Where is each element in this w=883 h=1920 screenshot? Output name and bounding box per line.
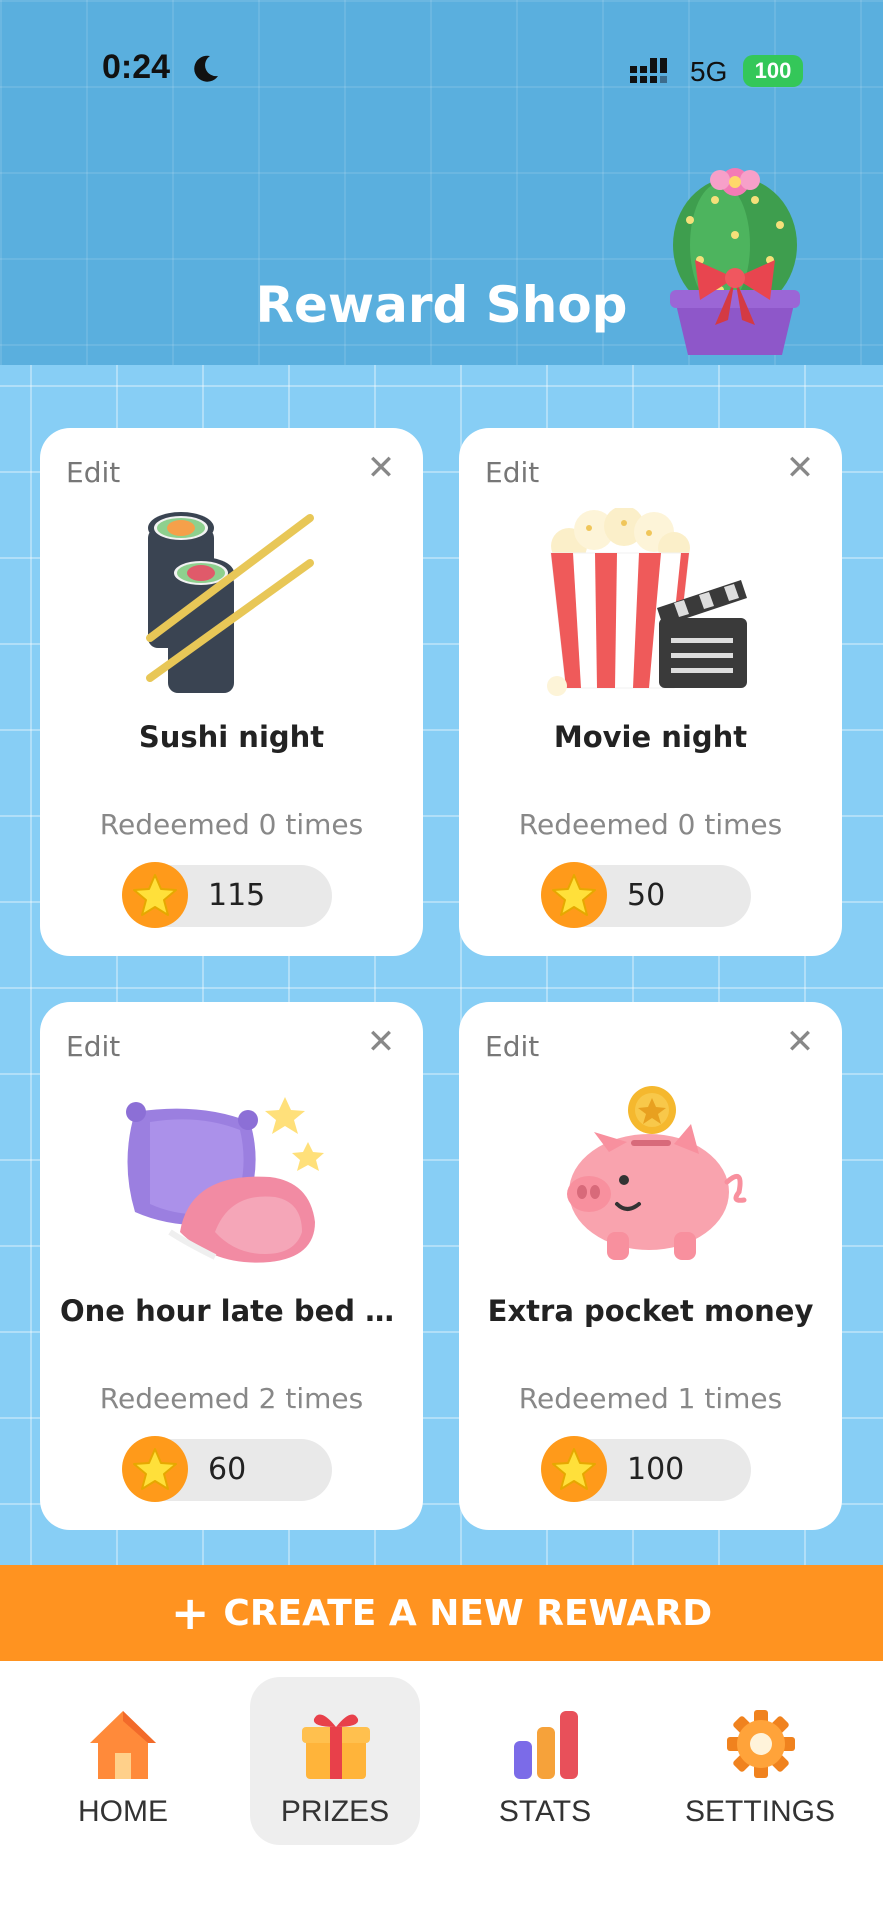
edit-button[interactable]: Edit xyxy=(66,1030,120,1063)
cost-pill[interactable]: 60 xyxy=(122,1436,332,1502)
bottom-nav: HOME PRIZES STATS SETTINGS xyxy=(0,1661,883,1920)
nav-item-home[interactable]: HOME xyxy=(38,1677,208,1845)
nav-item-settings[interactable]: SETTINGS xyxy=(675,1677,845,1845)
nav-label-settings: SETTINGS xyxy=(684,1795,835,1828)
reward-card-bedtime[interactable]: Edit ✕ One hour late bed ti... Redeemed … xyxy=(40,1002,423,1530)
rewards-grid: Edit ✕ Sushi night Redeemed 0 times 115 … xyxy=(0,365,883,1565)
nav-label-prizes: PRIZES xyxy=(280,1795,390,1828)
coin-icon xyxy=(122,1436,188,1502)
edit-button[interactable]: Edit xyxy=(485,456,539,489)
bar-chart-icon xyxy=(514,1711,578,1779)
sushi-icon xyxy=(146,512,314,693)
status-time: 0:24 xyxy=(102,48,171,86)
coin-icon xyxy=(122,862,188,928)
nav-item-stats[interactable]: STATS xyxy=(460,1677,630,1845)
gear-icon xyxy=(727,1710,795,1778)
cost-value: 60 xyxy=(208,1452,247,1487)
nav-item-prizes[interactable]: PRIZES xyxy=(250,1677,420,1845)
nav-label-home: HOME xyxy=(78,1795,168,1828)
cost-pill[interactable]: 50 xyxy=(541,862,751,928)
reward-name: Movie night xyxy=(553,720,748,754)
piggy-bank-icon xyxy=(567,1086,747,1260)
gift-icon xyxy=(302,1714,370,1779)
redeemed-count: Redeemed 0 times xyxy=(518,808,783,841)
pillow-icon xyxy=(126,1097,324,1263)
moon-icon xyxy=(194,55,218,82)
reward-card-sushi[interactable]: Edit ✕ Sushi night Redeemed 0 times 115 xyxy=(40,428,423,956)
redeemed-count: Redeemed 2 times xyxy=(99,1382,364,1415)
redeemed-count: Redeemed 0 times xyxy=(99,808,364,841)
cost-pill[interactable]: 100 xyxy=(541,1436,751,1502)
delete-button[interactable]: ✕ xyxy=(361,448,401,488)
reward-name: One hour late bed ti... xyxy=(60,1294,403,1328)
reward-name: Extra pocket money xyxy=(487,1294,814,1328)
delete-button[interactable]: ✕ xyxy=(780,448,820,488)
network-type: 5G xyxy=(690,56,728,87)
signal-icon xyxy=(630,58,667,83)
popcorn-icon xyxy=(547,508,747,696)
coin-icon xyxy=(541,862,607,928)
reward-card-movie[interactable]: Edit ✕ Movie night Redeemed 0 times 50 xyxy=(459,428,842,956)
cost-value: 115 xyxy=(208,878,266,913)
edit-button[interactable]: Edit xyxy=(485,1030,539,1063)
delete-button[interactable]: ✕ xyxy=(361,1022,401,1062)
create-reward-button[interactable]: + CREATE A NEW REWARD xyxy=(0,1565,883,1661)
redeemed-count: Redeemed 1 times xyxy=(518,1382,783,1415)
home-icon xyxy=(90,1711,156,1779)
reward-name: Sushi night xyxy=(138,720,325,754)
nav-label-stats: STATS xyxy=(498,1795,592,1828)
delete-button[interactable]: ✕ xyxy=(780,1022,820,1062)
edit-button[interactable]: Edit xyxy=(66,456,120,489)
cactus-icon xyxy=(670,168,800,355)
coin-icon xyxy=(541,1436,607,1502)
cost-value: 50 xyxy=(627,878,666,913)
cost-pill[interactable]: 115 xyxy=(122,862,332,928)
battery-indicator: 100 xyxy=(743,55,803,87)
cost-value: 100 xyxy=(627,1452,685,1487)
reward-card-pocket-money[interactable]: Edit ✕ Extra pocket money Redeemed 1 tim… xyxy=(459,1002,842,1530)
plus-icon: + xyxy=(170,1586,210,1640)
create-reward-label: CREATE A NEW REWARD xyxy=(223,1593,713,1634)
header: 0:24 5G 100 Reward Shop xyxy=(0,0,883,365)
